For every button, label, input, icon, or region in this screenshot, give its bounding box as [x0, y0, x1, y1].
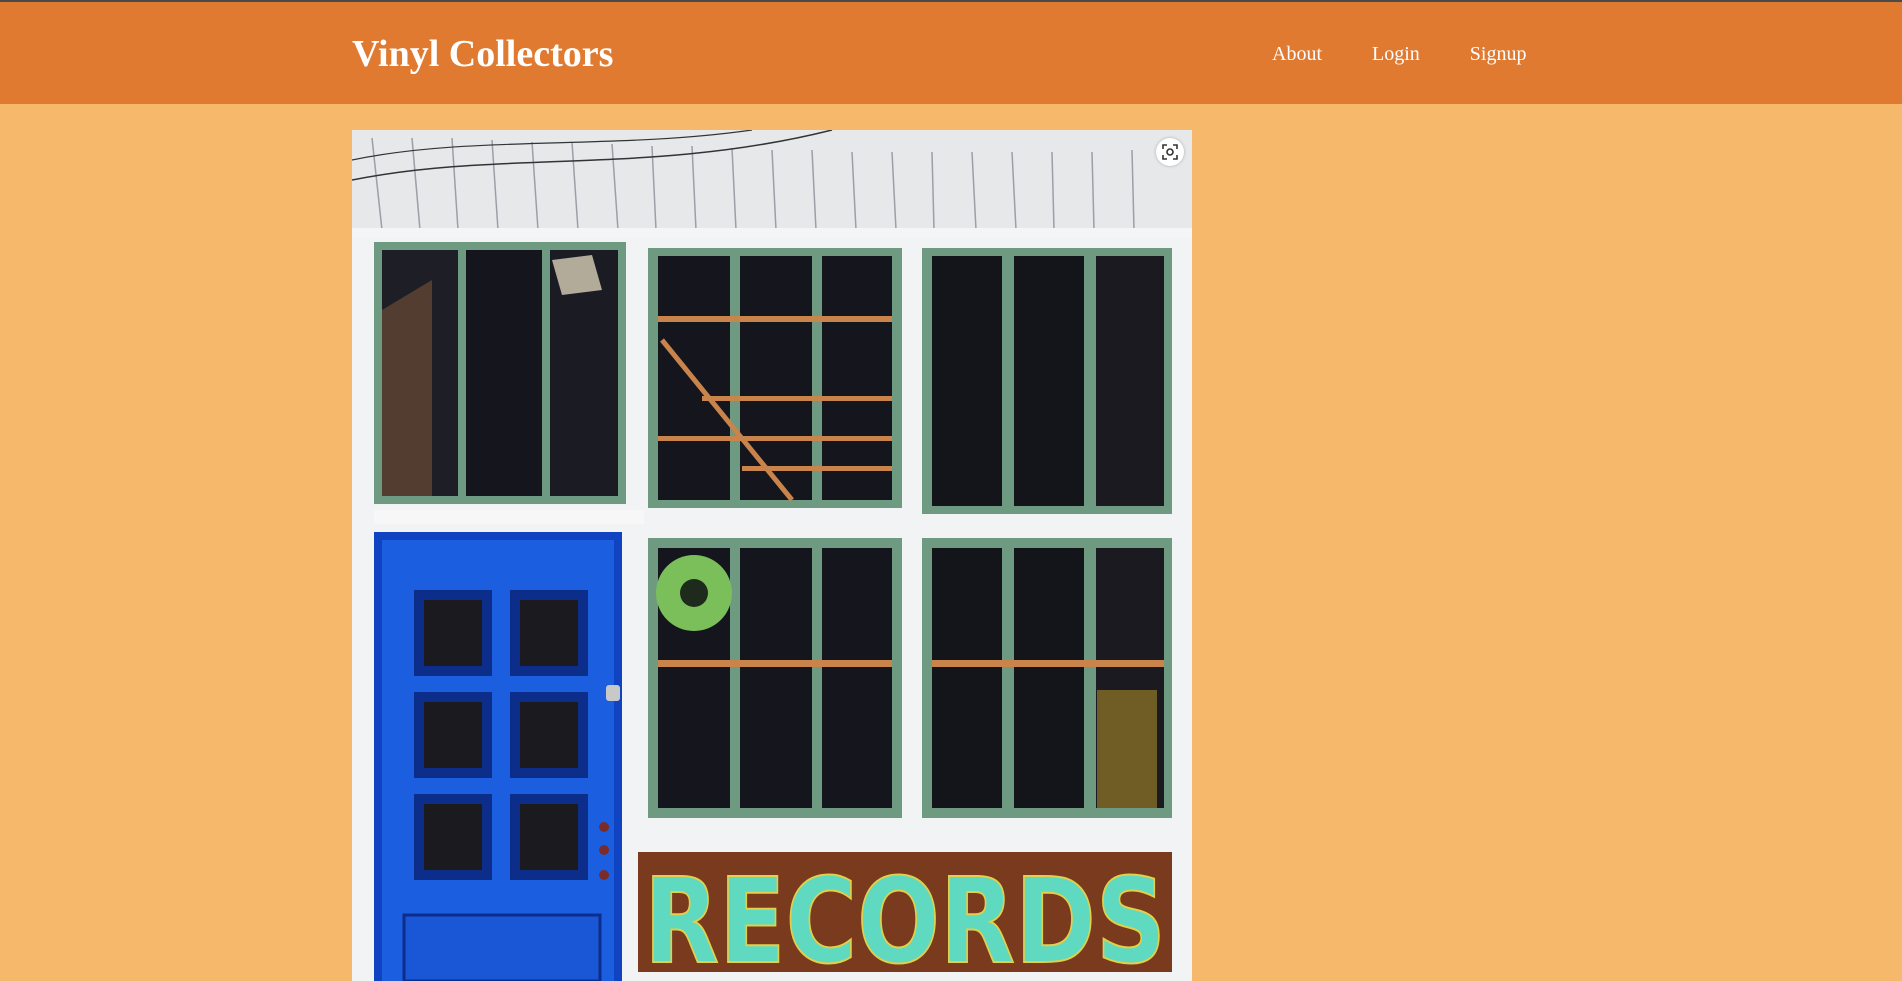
- visual-search-icon: [1162, 144, 1178, 160]
- record-store-illustration: RECORDS: [352, 130, 1192, 981]
- records-sign-text: RECORDS: [644, 852, 1166, 981]
- nav-login-link[interactable]: Login: [1372, 42, 1420, 66]
- main-nav: About Login Signup: [1272, 42, 1526, 66]
- nav-about-link[interactable]: About: [1272, 42, 1322, 66]
- storefront-photo: RECORDS: [352, 130, 1192, 981]
- nav-signup-link[interactable]: Signup: [1470, 42, 1527, 66]
- site-header: Vinyl Collectors About Login Signup: [0, 2, 1902, 104]
- visual-search-button[interactable]: [1156, 138, 1184, 166]
- site-brand-link[interactable]: Vinyl Collectors: [352, 32, 613, 76]
